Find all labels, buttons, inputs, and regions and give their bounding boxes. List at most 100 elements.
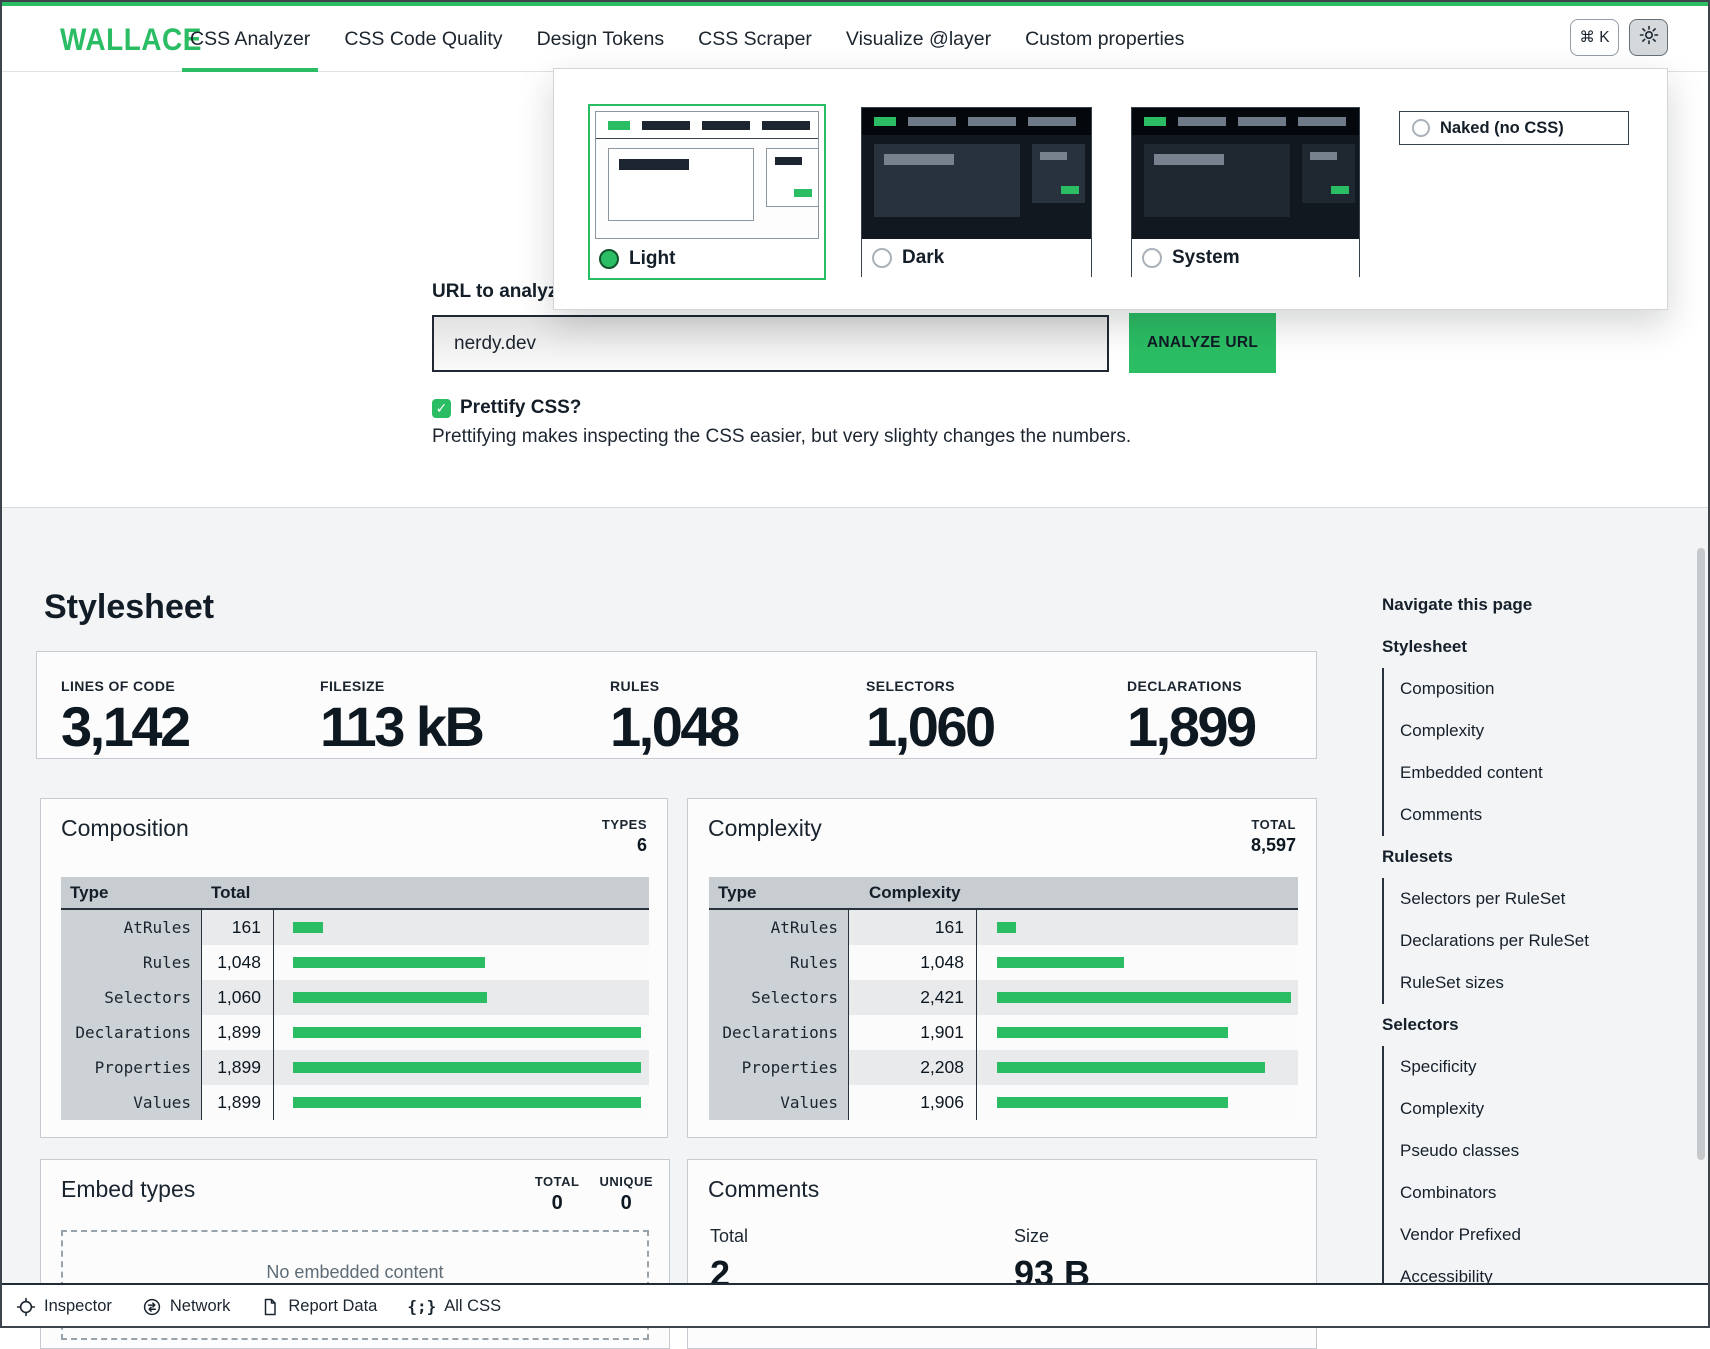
embed-unique-meta: UNIQUE 0 <box>599 1174 653 1215</box>
tab-css-code-quality[interactable]: CSS Code Quality <box>344 6 502 72</box>
nav-group-selectors: Specificity Complexity Pseudo classes Co… <box>1382 1046 1642 1298</box>
dark-label: Dark <box>902 247 944 269</box>
nav-section-selectors[interactable]: Selectors <box>1382 1004 1642 1046</box>
value-bar <box>997 957 1124 968</box>
complexity-total-meta: TOTAL 8,597 <box>1251 817 1296 856</box>
value-bar <box>997 1027 1228 1038</box>
bottom-toolbar: Inspector Network Report Data {;} <box>0 1283 1710 1328</box>
analyze-url-button[interactable]: ANALYZE URL <box>1129 313 1276 373</box>
nav-item-pseudo-classes[interactable]: Pseudo classes <box>1400 1130 1642 1172</box>
naked-radio[interactable] <box>1412 119 1430 137</box>
complexity-table-header: Type Complexity <box>709 877 1298 910</box>
composition-types-meta: TYPES 6 <box>602 817 647 856</box>
nav-item-vendor-prefixed[interactable]: Vendor Prefixed <box>1400 1214 1642 1256</box>
value-bar <box>293 1062 641 1073</box>
system-radio[interactable] <box>1142 248 1162 268</box>
light-theme-preview <box>595 111 819 239</box>
value-bar <box>997 992 1291 1003</box>
theme-option-system[interactable]: System <box>1131 107 1360 277</box>
value-bar <box>997 1097 1228 1108</box>
tab-css-analyzer[interactable]: CSS Analyzer <box>190 6 310 72</box>
nav-item-selectors-per-ruleset[interactable]: Selectors per RuleSet <box>1400 878 1642 920</box>
nav-item-specificity[interactable]: Specificity <box>1400 1046 1642 1088</box>
sun-icon <box>1639 25 1659 50</box>
table-row: Values 1,899 <box>61 1085 649 1120</box>
dark-radio[interactable] <box>872 248 892 268</box>
page-nav-title: Navigate this page <box>1382 584 1642 626</box>
prettify-label: Prettify CSS? <box>460 397 581 419</box>
value-bar <box>293 957 485 968</box>
nav-section-stylesheet[interactable]: Stylesheet <box>1382 626 1642 668</box>
nav-item-selectors-complexity[interactable]: Complexity <box>1400 1088 1642 1130</box>
braces-icon: {;} <box>407 1297 436 1316</box>
nav-group-stylesheet: Composition Complexity Embedded content … <box>1382 668 1642 836</box>
value-bar <box>293 992 487 1003</box>
theme-toggle-button[interactable] <box>1629 19 1668 56</box>
composition-title: Composition <box>61 815 189 842</box>
value-bar <box>997 922 1016 933</box>
complexity-title: Complexity <box>708 815 822 842</box>
table-row: Selectors 2,421 <box>709 980 1298 1015</box>
theme-picker-dropdown: Light Dark <box>553 68 1668 310</box>
complexity-card: Complexity TOTAL 8,597 Type Complexity A… <box>687 798 1317 1138</box>
value-bar <box>293 1097 641 1108</box>
tab-css-scraper[interactable]: CSS Scraper <box>698 6 812 72</box>
table-row: Declarations 1,901 <box>709 1015 1298 1050</box>
page-title: Stylesheet <box>44 588 214 627</box>
theme-option-dark[interactable]: Dark <box>861 107 1092 277</box>
tab-custom-properties[interactable]: Custom properties <box>1025 6 1184 72</box>
dark-theme-preview <box>862 108 1091 239</box>
value-bar <box>997 1062 1265 1073</box>
nav-item-comments[interactable]: Comments <box>1400 794 1642 836</box>
theme-option-naked[interactable]: Naked (no CSS) <box>1399 111 1629 145</box>
embed-total-meta: TOTAL 0 <box>535 1174 580 1215</box>
nav-group-rulesets: Selectors per RuleSet Declarations per R… <box>1382 878 1642 1004</box>
table-row: Rules 1,048 <box>709 945 1298 980</box>
inspector-tool[interactable]: Inspector <box>16 1297 112 1317</box>
table-row: Selectors 1,060 <box>61 980 649 1015</box>
table-row: Properties 1,899 <box>61 1050 649 1085</box>
stylesheet-stats-card: LINES OF CODE 3,142 FILESIZE 113 kB RULE… <box>36 651 1317 759</box>
system-label: System <box>1172 247 1240 269</box>
tab-visualize-layer[interactable]: Visualize @layer <box>846 6 991 72</box>
composition-card: Composition TYPES 6 Type Total AtRules 1… <box>40 798 668 1138</box>
page-nav-sidebar: Navigate this page Stylesheet Compositio… <box>1382 584 1642 1298</box>
main-navigation: CSS Analyzer CSS Code Quality Design Tok… <box>190 6 1184 72</box>
report-data-tool[interactable]: Report Data <box>260 1297 377 1317</box>
url-to-analyze-label: URL to analyze <box>432 281 568 303</box>
table-row: Values 1,906 <box>709 1085 1298 1120</box>
composition-table-header: Type Total <box>61 877 649 910</box>
tab-design-tokens[interactable]: Design Tokens <box>537 6 665 72</box>
prettify-checkbox[interactable]: ✓ <box>432 399 451 418</box>
network-icon <box>142 1297 162 1317</box>
nav-item-declarations-per-ruleset[interactable]: Declarations per RuleSet <box>1400 920 1642 962</box>
nav-item-complexity[interactable]: Complexity <box>1400 710 1642 752</box>
nav-item-ruleset-sizes[interactable]: RuleSet sizes <box>1400 962 1642 1004</box>
network-tool[interactable]: Network <box>142 1297 231 1317</box>
value-bar <box>293 922 323 933</box>
value-bar <box>293 1027 641 1038</box>
table-row: AtRules 161 <box>709 910 1298 945</box>
crosshair-icon <box>16 1297 36 1317</box>
nav-item-embedded-content[interactable]: Embedded content <box>1400 752 1642 794</box>
wallace-logo[interactable]: WALLACE <box>60 22 202 58</box>
light-radio[interactable] <box>599 249 619 269</box>
table-row: Rules 1,048 <box>61 945 649 980</box>
nav-section-rulesets[interactable]: Rulesets <box>1382 836 1642 878</box>
results-section: Stylesheet LINES OF CODE 3,142 FILESIZE … <box>0 507 1710 1328</box>
embed-types-title: Embed types <box>61 1176 195 1203</box>
command-k-button[interactable]: ⌘ K <box>1570 19 1619 56</box>
light-label: Light <box>629 248 675 270</box>
composition-table: Type Total AtRules 161 Rules 1,048 Selec… <box>61 877 649 1120</box>
naked-label: Naked (no CSS) <box>1440 119 1564 138</box>
nav-item-combinators[interactable]: Combinators <box>1400 1172 1642 1214</box>
complexity-table: Type Complexity AtRules 161 Rules 1,048 … <box>709 877 1298 1120</box>
nav-item-composition[interactable]: Composition <box>1400 668 1642 710</box>
prettify-help-text: Prettifying makes inspecting the CSS eas… <box>432 426 1131 448</box>
all-css-tool[interactable]: {;} All CSS <box>407 1297 501 1316</box>
table-row: AtRules 161 <box>61 910 649 945</box>
theme-option-light[interactable]: Light <box>588 104 826 280</box>
scrollbar-thumb[interactable] <box>1697 548 1705 1160</box>
top-navbar: WALLACE CSS Analyzer CSS Code Quality De… <box>0 0 1710 72</box>
url-input[interactable] <box>432 315 1109 372</box>
